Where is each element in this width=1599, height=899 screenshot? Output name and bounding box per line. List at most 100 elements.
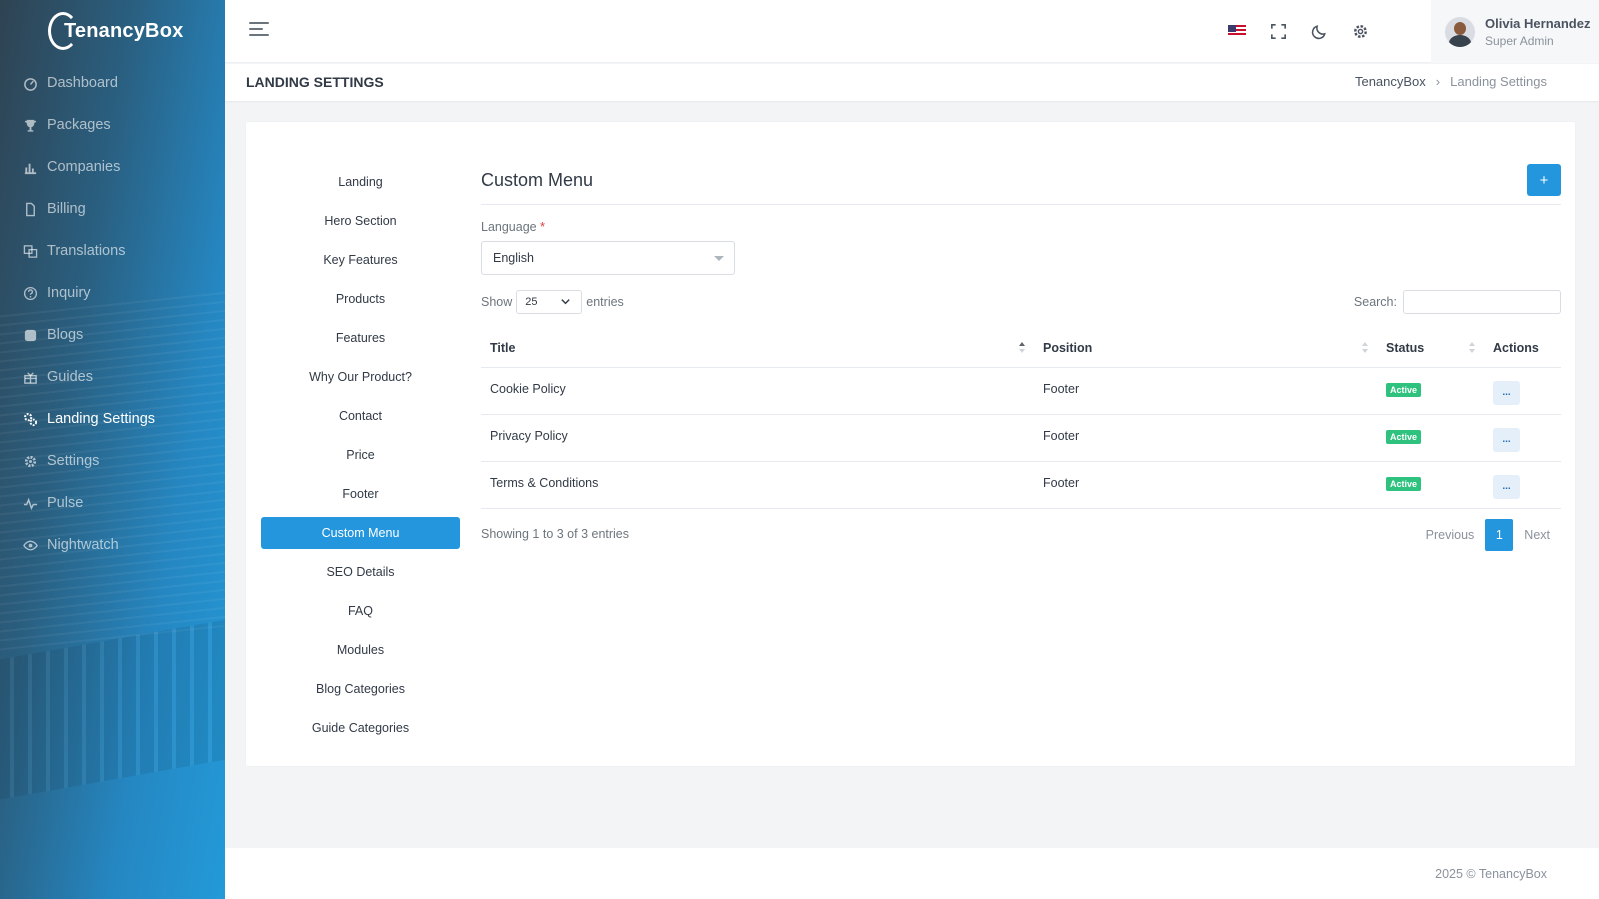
landing-settings-nav: Landing Hero Section Key Features Produc… bbox=[261, 166, 460, 751]
chevron-right-icon: › bbox=[1435, 74, 1441, 89]
sidebar-item-label: Settings bbox=[47, 453, 100, 469]
moon-icon[interactable] bbox=[1308, 20, 1330, 42]
subnav-faq[interactable]: FAQ bbox=[261, 595, 460, 627]
sidebar-item-dashboard[interactable]: Dashboard bbox=[0, 62, 225, 104]
sidebar-item-label: Guides bbox=[47, 369, 93, 385]
us-flag-icon[interactable] bbox=[1226, 20, 1248, 42]
settings-card: Landing Hero Section Key Features Produc… bbox=[246, 122, 1575, 766]
table-info: Showing 1 to 3 of 3 entries bbox=[481, 526, 630, 541]
chevron-down-icon bbox=[561, 299, 570, 305]
subnav-blog-categories[interactable]: Blog Categories bbox=[261, 673, 460, 705]
sidebar-item-translations[interactable]: Translations bbox=[0, 230, 225, 272]
column-header-actions: Actions bbox=[1484, 330, 1561, 368]
sidebar-item-label: Inquiry bbox=[47, 285, 91, 301]
sidebar-item-label: Companies bbox=[47, 159, 121, 175]
topbar: Olivia Hernandez Super Admin bbox=[225, 0, 1599, 63]
subnav-price[interactable]: Price bbox=[261, 439, 460, 471]
row-actions-button[interactable]: ... bbox=[1493, 427, 1520, 452]
pagination-previous[interactable]: Previous bbox=[1415, 519, 1486, 551]
language-selected-value: English bbox=[493, 251, 534, 265]
logo-mark-icon bbox=[48, 12, 78, 50]
column-header-status[interactable]: Status bbox=[1377, 330, 1484, 368]
status-badge: Active bbox=[1386, 382, 1422, 397]
sidebar-item-guides[interactable]: Guides bbox=[0, 356, 225, 398]
trophy-icon bbox=[22, 117, 38, 133]
fullscreen-icon[interactable] bbox=[1267, 20, 1289, 42]
cell-title: Privacy Policy bbox=[481, 414, 1034, 462]
sidebar-item-label: Dashboard bbox=[47, 75, 118, 91]
pagination-page-current[interactable]: 1 bbox=[1485, 518, 1514, 551]
sidebar-item-label: Blogs bbox=[47, 327, 84, 343]
breadcrumb-home[interactable]: TenancyBox bbox=[1355, 74, 1426, 89]
menu-toggle-icon[interactable] bbox=[249, 22, 269, 40]
required-mark: * bbox=[540, 220, 545, 234]
brand-logo[interactable]: TenancyBox bbox=[48, 10, 183, 52]
user-role: Super Admin bbox=[1485, 33, 1554, 48]
status-badge: Active bbox=[1386, 429, 1422, 444]
search-input[interactable] bbox=[1403, 290, 1561, 314]
translate-icon bbox=[22, 243, 38, 259]
sidebar-item-label: Nightwatch bbox=[47, 537, 119, 553]
blog-icon bbox=[22, 327, 38, 343]
row-actions-button[interactable]: ... bbox=[1493, 380, 1520, 405]
show-label: Show bbox=[481, 295, 513, 309]
language-select[interactable]: English bbox=[481, 241, 735, 275]
sidebar-item-label: Translations bbox=[47, 243, 126, 259]
pulse-icon bbox=[22, 495, 38, 511]
page-footer: 2025 © TenancyBox bbox=[225, 848, 1599, 899]
search-label: Search: bbox=[1353, 295, 1397, 309]
breadcrumb-current: Landing Settings bbox=[1450, 74, 1547, 89]
settings-gear-icon[interactable] bbox=[1349, 20, 1371, 42]
sidebar-item-settings[interactable]: Settings bbox=[0, 440, 225, 482]
subnav-custom-menu[interactable]: Custom Menu bbox=[261, 517, 460, 549]
user-menu[interactable]: Olivia Hernandez Super Admin bbox=[1431, 0, 1599, 63]
custom-menu-table: Title Position Status Actions Cookie Pol… bbox=[481, 330, 1561, 509]
subnav-why-our-product[interactable]: Why Our Product? bbox=[261, 361, 460, 393]
pagination: Previous 1 Next bbox=[1415, 518, 1561, 551]
sidebar-item-inquiry[interactable]: Inquiry bbox=[0, 272, 225, 314]
column-header-position[interactable]: Position bbox=[1034, 330, 1377, 368]
sidebar-item-label: Landing Settings bbox=[47, 411, 156, 427]
sidebar-item-billing[interactable]: Billing bbox=[0, 188, 225, 230]
table-row: Terms & Conditions Footer Active ... bbox=[481, 461, 1561, 509]
subnav-guide-categories[interactable]: Guide Categories bbox=[261, 712, 460, 744]
language-label: Language * bbox=[481, 220, 545, 234]
gift-icon bbox=[22, 369, 38, 385]
sidebar-item-pulse[interactable]: Pulse bbox=[0, 482, 225, 524]
subnav-seo-details[interactable]: SEO Details bbox=[261, 556, 460, 588]
subnav-products[interactable]: Products bbox=[261, 283, 460, 315]
sort-icon bbox=[1469, 342, 1475, 355]
subnav-footer[interactable]: Footer bbox=[261, 478, 460, 510]
subnav-key-features[interactable]: Key Features bbox=[261, 244, 460, 276]
sidebar-item-companies[interactable]: Companies bbox=[0, 146, 225, 188]
user-name: Olivia Hernandez bbox=[1485, 15, 1591, 31]
sort-ascending-icon bbox=[1019, 342, 1025, 355]
cell-position: Footer bbox=[1034, 414, 1377, 462]
pagination-next[interactable]: Next bbox=[1513, 519, 1561, 551]
cell-title: Terms & Conditions bbox=[481, 461, 1034, 509]
subnav-hero-section[interactable]: Hero Section bbox=[261, 205, 460, 237]
sort-icon bbox=[1362, 342, 1368, 355]
status-badge: Active bbox=[1386, 476, 1422, 491]
bar-chart-icon bbox=[22, 159, 38, 175]
sidebar-item-landing-settings[interactable]: Landing Settings bbox=[0, 398, 225, 440]
sidebar-item-nightwatch[interactable]: Nightwatch bbox=[0, 524, 225, 566]
add-menu-button[interactable]: + bbox=[1527, 164, 1561, 196]
sidebar-item-packages[interactable]: Packages bbox=[0, 104, 225, 146]
page-title-bar: LANDING SETTINGS TenancyBox › Landing Se… bbox=[225, 64, 1599, 101]
dashboard-icon bbox=[22, 75, 38, 91]
sidebar-item-blogs[interactable]: Blogs bbox=[0, 314, 225, 356]
subnav-features[interactable]: Features bbox=[261, 322, 460, 354]
table-row: Cookie Policy Footer Active ... bbox=[481, 367, 1561, 415]
footer-copyright: 2025 © TenancyBox bbox=[1435, 867, 1547, 881]
entries-length-select[interactable]: 25 bbox=[516, 290, 583, 314]
subnav-modules[interactable]: Modules bbox=[261, 634, 460, 666]
table-row: Privacy Policy Footer Active ... bbox=[481, 414, 1561, 462]
subnav-landing[interactable]: Landing bbox=[261, 166, 460, 198]
breadcrumb: TenancyBox › Landing Settings bbox=[1355, 74, 1547, 89]
subnav-contact[interactable]: Contact bbox=[261, 400, 460, 432]
row-actions-button[interactable]: ... bbox=[1493, 474, 1520, 499]
brand-name: TenancyBox bbox=[64, 19, 184, 42]
column-header-title[interactable]: Title bbox=[481, 330, 1034, 368]
sidebar-item-label: Packages bbox=[47, 117, 111, 133]
